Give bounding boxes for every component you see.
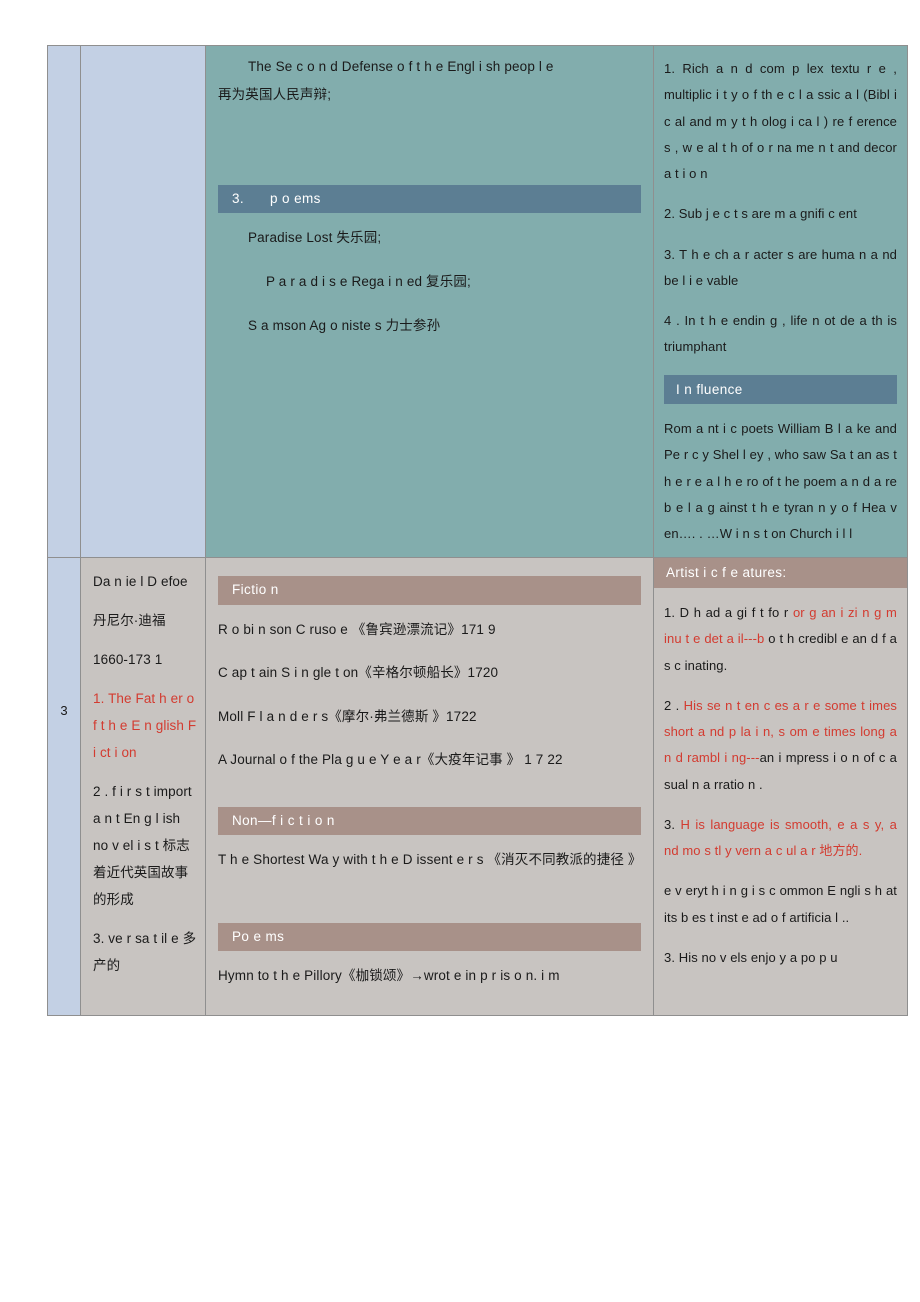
feature-item: 1. Rich a n d com p lex textu r e , mult…	[664, 61, 897, 181]
feature-text-red: H is language is smooth, e a s y, a nd m…	[664, 816, 897, 858]
section-header-poems: 3. p o ems	[218, 185, 641, 214]
author-note-1: 1. The Fat h er o f t h e E n glish F i …	[93, 691, 197, 761]
author-name-cn: 丹尼尔·迪福	[93, 613, 166, 629]
author-content: Da n ie l D efoe 丹尼尔·迪福 1660-173 1 1. Th…	[81, 558, 205, 1001]
feature-item: 2. Sub j e c t s are m a gnifi c ent	[664, 206, 857, 222]
work-title: Moll F l a n d e r s《摩尔·弗兰德斯 》1722	[218, 708, 477, 724]
author-years: 1660-173 1	[93, 652, 163, 668]
work-title: P a r a d i s e Rega i n ed 复乐园;	[266, 274, 471, 290]
section-header-fiction: Fictio n	[218, 576, 641, 605]
work-title: S a mson Ag o niste s 力士参孙	[248, 317, 441, 333]
section-header-nonfiction: Non—f i c t i o n	[218, 807, 641, 836]
feature-text-black: 1. D h ad a gi f t fo r	[664, 605, 793, 620]
feature-item: e v eryt h i n g i s c ommon E ngli s h …	[664, 883, 897, 925]
works-content: The Se c o n d Defense o f t h e Engl i …	[206, 46, 653, 372]
author-cell: Da n ie l D efoe 丹尼尔·迪福 1660-173 1 1. Th…	[80, 557, 206, 1016]
work-title: A Journal o f the Pla g u e Y e a r《大疫年记…	[218, 752, 563, 768]
work-title: R o bi n son C ruso e 《鲁宾逊漂流记》171 9	[218, 621, 496, 637]
feature-item: 3. H is language is smooth, e a s y, a n…	[664, 812, 897, 865]
section-header-poems: Po e ms	[218, 922, 641, 952]
row-number-label: 3	[60, 703, 68, 719]
feature-item: 4 . In t h e endin g , life n ot de a th…	[664, 313, 897, 355]
features-content: 1. Rich a n d com p lex textu r e , mult…	[654, 46, 907, 557]
feature-item: 1. D h ad a gi f t fo r or g an i zi n g…	[664, 600, 897, 679]
features-content: 1. D h ad a gi f t fo r or g an i zi n g…	[654, 600, 907, 981]
features-cell: Artist i c f e atures: 1. D h ad a gi f …	[653, 557, 908, 1016]
work-title: T h e Shortest Wa y with t h e D issent …	[218, 852, 642, 868]
author-note-2: 2 . f i r s t import a n t En g l ish no…	[93, 784, 192, 908]
feature-item: 3. His no v els enjo y a po p u	[664, 949, 838, 965]
section-header-influence: I n fluence	[664, 374, 897, 405]
table-row: The Se c o n d Defense o f t h e Engl i …	[47, 44, 908, 559]
row-number-cell	[47, 44, 81, 559]
work-title: Hymn to t h e Pillory《枷锁颂》→wrot e in p r…	[218, 968, 560, 984]
feature-item: 3. T h e ch a r acter s are huma n a nd …	[664, 246, 897, 288]
section-header-artistic-features: Artist i c f e atures:	[654, 558, 907, 588]
section-label: p o ems	[270, 191, 321, 207]
feature-item: 2 . His se n t en c es a r e some t imes…	[664, 693, 897, 798]
work-intro-cn: 再为英国人民声辩;	[218, 86, 332, 102]
row-number-cell: 3	[47, 557, 81, 1016]
author-cell	[80, 44, 206, 559]
work-title: C ap t ain S i n gle t on《辛格尔顿船长》1720	[218, 665, 499, 681]
works-cell: Fictio n R o bi n son C ruso e 《鲁宾逊漂流记》1…	[205, 557, 654, 1016]
features-cell: 1. Rich a n d com p lex textu r e , mult…	[653, 44, 908, 559]
row-number-label	[48, 46, 80, 191]
feature-text-black: 2 .	[664, 697, 684, 713]
table-row: 3 Da n ie l D efoe 丹尼尔·迪福 1660-173 1 1. …	[47, 557, 908, 1016]
document-page: The Se c o n d Defense o f t h e Engl i …	[0, 0, 920, 1302]
content-table: The Se c o n d Defense o f t h e Engl i …	[47, 44, 908, 1016]
section-number: 3.	[232, 191, 245, 207]
author-note-3: 3. ve r sa t il e 多产的	[93, 931, 197, 974]
influence-body: Rom a nt i c poets William B l a ke and …	[664, 421, 897, 542]
author-name-en: Da n ie l D efoe	[93, 574, 188, 590]
feature-text-black: 3.	[664, 816, 681, 832]
work-intro-en: The Se c o n d Defense o f t h e Engl i …	[248, 59, 554, 74]
work-title: Paradise Lost 失乐园;	[248, 230, 382, 246]
works-cell: The Se c o n d Defense o f t h e Engl i …	[205, 44, 654, 559]
works-content: Fictio n R o bi n son C ruso e 《鲁宾逊漂流记》1…	[206, 558, 653, 1014]
